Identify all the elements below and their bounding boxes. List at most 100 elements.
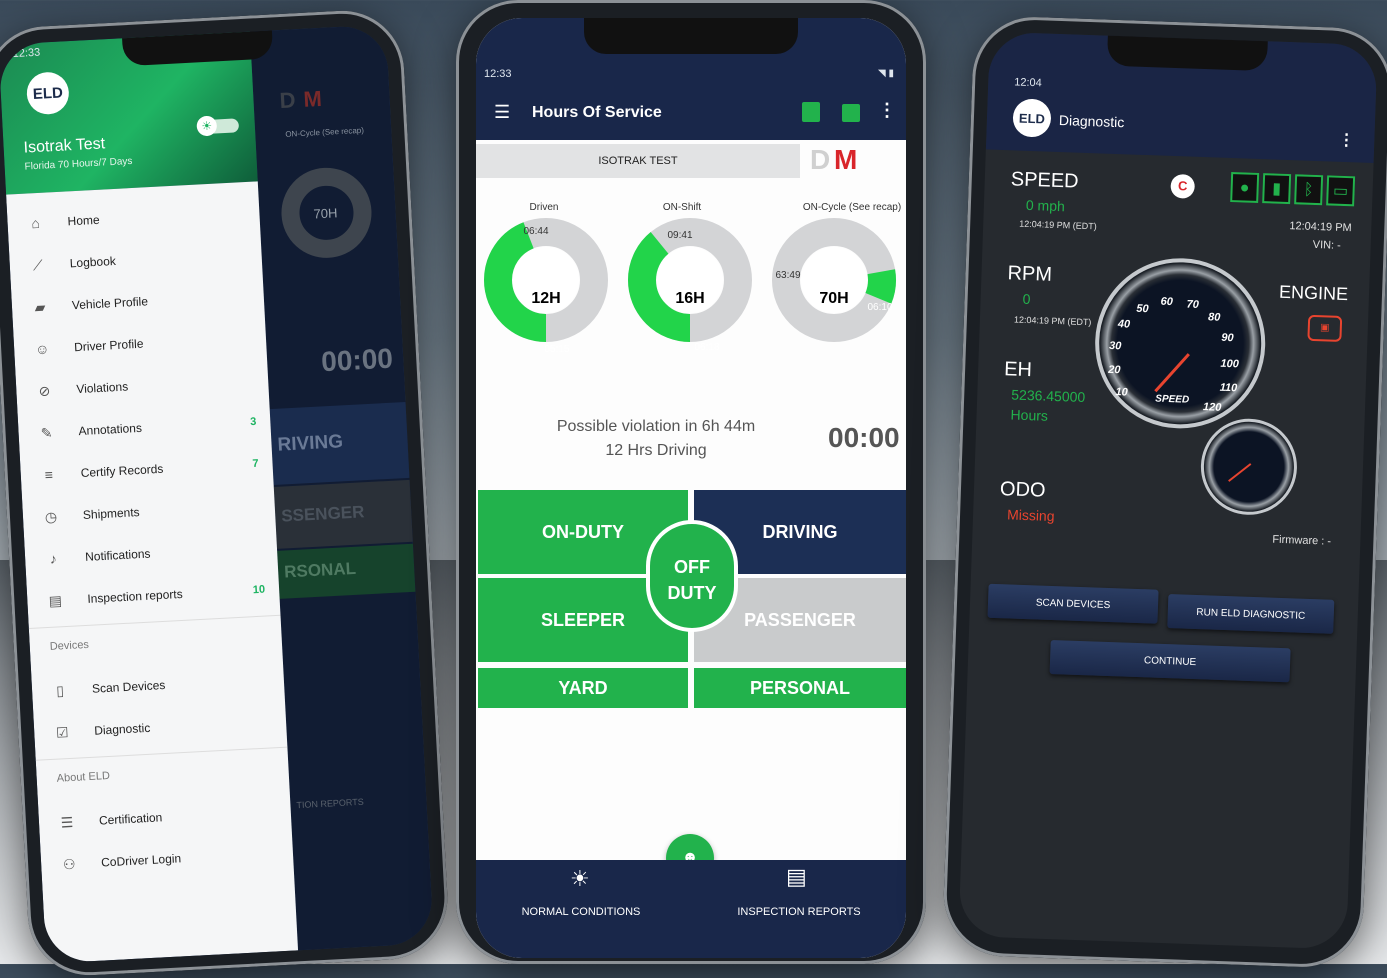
gauge-tick: 50 — [1136, 302, 1149, 316]
bg-reports: TION REPORTS — [296, 796, 364, 811]
engine-label: ENGINE — [1278, 281, 1349, 305]
driver-tab[interactable]: ISOTRAK TEST — [476, 144, 800, 178]
status-time: 12:04 — [1013, 76, 1042, 90]
gauge-tick: 110 — [1219, 381, 1238, 395]
gauge-tick: 90 — [1221, 331, 1234, 345]
gauge-tick: 100 — [1220, 357, 1240, 371]
gauge-tick: 70 — [1186, 298, 1200, 311]
run-eld-diagnostic-button[interactable]: RUN ELD DIAGNOSTIC — [1167, 594, 1335, 634]
speed-timestamp: 12:04:19 PM (EDT) — [1019, 218, 1097, 232]
violation-icon: ⊘ — [38, 382, 51, 399]
eh-label: EH — [1003, 358, 1033, 382]
firmware: Firmware : - — [1272, 533, 1332, 548]
donut-title: Driven — [529, 202, 559, 213]
gauge-tick: 20 — [1108, 363, 1121, 377]
gauge-tick: 60 — [1160, 295, 1174, 309]
device-status-icons: ● ▮ ᛒ ▭ — [1230, 172, 1356, 210]
device-connected-icon[interactable] — [802, 102, 820, 122]
gauge-tick: 80 — [1207, 311, 1221, 324]
user-name: Isotrak Test — [23, 135, 106, 157]
donut-center: 70H — [819, 290, 849, 307]
pencil-icon: ✎ — [40, 423, 53, 441]
speed-label: SPEED — [1010, 168, 1079, 193]
gauge-tick: 10 — [1115, 386, 1128, 399]
donut-title: ON-Cycle (See recap) — [802, 202, 902, 213]
bluetooth-icon: ᛒ — [1294, 174, 1324, 206]
mode-m[interactable]: M — [834, 144, 857, 176]
vin: VIN: - — [1312, 238, 1342, 252]
menu-count: 10 — [252, 583, 266, 597]
drawer-menu: ⌂ Home ⟋ Logbook ▰ Vehicle Profile ☺ Driver … — [6, 181, 299, 964]
signal-icon: ◥ ▮ — [878, 68, 894, 79]
menu-label: Driver Profile — [73, 336, 144, 355]
gauge-tick: 30 — [1108, 339, 1122, 353]
about-section-label: About ELD — [56, 769, 111, 785]
scan-devices-button[interactable]: SCAN DEVICES — [987, 583, 1159, 624]
theme-toggle[interactable]: ☀ — [196, 115, 240, 137]
rpm-needle — [1228, 463, 1252, 482]
certify-icon: ≡ — [44, 466, 54, 483]
gauge-tick: 120 — [1202, 401, 1222, 414]
hos-screen: 12:33 ◥ ▮ ☰ Hours Of Service ⋮ ISOTRAK T… — [476, 18, 906, 958]
donut-top-value: 06:44 — [523, 226, 549, 237]
overflow-menu-icon[interactable]: ⋮ — [878, 100, 896, 121]
list-icon: ☰ — [60, 813, 74, 831]
menu-label: Notifications — [84, 546, 151, 564]
bg-passenger: SSENGER — [273, 479, 413, 549]
truck-icon: ▰ — [34, 298, 46, 315]
inspection-reports-label[interactable]: INSPECTION REPORTS — [734, 906, 864, 918]
driver-icon: ☺ — [34, 340, 50, 358]
logbook-icon: ⟋ — [32, 256, 44, 273]
yard-button[interactable]: YARD — [478, 668, 688, 708]
donut-center: 12H — [531, 290, 561, 307]
eh-unit: Hours — [1010, 406, 1049, 424]
off-duty-button[interactable]: OFF DUTY — [646, 520, 738, 632]
bg-personal: RSONAL — [277, 543, 416, 599]
bg-70h: 70H — [313, 205, 338, 222]
bg-timer: 00:00 — [320, 342, 394, 378]
menu-icon[interactable]: ☰ — [494, 102, 510, 123]
off-duty-line1: OFF — [674, 557, 710, 577]
donut-top-value: 09:41 — [667, 230, 693, 241]
status-time: 12:33 — [12, 46, 41, 61]
mode-d[interactable]: D — [810, 144, 830, 176]
user-cycle: Florida 70 Hours/7 Days — [24, 155, 133, 173]
menu-label: Inspection reports — [86, 586, 183, 606]
menu-label: Certification — [98, 810, 163, 828]
phone-scan-icon: ▯ — [55, 681, 65, 699]
continue-button[interactable]: CONTINUE — [1049, 639, 1291, 683]
page-title: Diagnostic — [1058, 111, 1125, 131]
c-badge: C — [1170, 173, 1196, 199]
page-title: Hours Of Service — [532, 104, 662, 121]
inspection-icon[interactable]: ▤ — [786, 864, 807, 890]
codriver-icon: ⚇ — [62, 855, 76, 873]
battery-icon: ▭ — [1326, 175, 1356, 207]
menu-label: Logbook — [69, 253, 117, 271]
phone-hours-of-service: 12:33 ◥ ▮ ☰ Hours Of Service ⋮ ISOTRAK T… — [456, 0, 926, 964]
menu-count: 3 — [249, 415, 257, 429]
violation-detail: 12 Hrs Driving — [605, 442, 707, 459]
menu-label: Shipments — [82, 505, 140, 522]
phone-notch — [1106, 35, 1268, 72]
odo-value: Missing — [1006, 506, 1055, 525]
sun-icon[interactable]: ☀ — [570, 866, 590, 892]
message-icon[interactable] — [842, 104, 860, 122]
menu-count: 7 — [252, 457, 259, 471]
speed-value: 0 mph — [1025, 196, 1066, 215]
menu-label: Diagnostic — [93, 720, 151, 738]
device-time: 12:04:19 PM — [1289, 220, 1352, 235]
overflow-menu-icon[interactable]: ⋮ — [1338, 130, 1355, 151]
donut-title: ON-Shift — [662, 202, 702, 213]
personal-button[interactable]: PERSONAL — [694, 668, 906, 708]
donut-top-value: 63:49 — [775, 270, 801, 281]
normal-conditions-label[interactable]: NORMAL CONDITIONS — [516, 906, 646, 918]
donut-bottom-value: 06:18 — [694, 342, 720, 353]
off-duty-line2: DUTY — [667, 583, 717, 603]
bg-driving: RIVING — [269, 401, 410, 485]
drawer-screen: M D ON-Cycle (See recap) 70H 00:00 RIVIN… — [0, 24, 434, 964]
phone-diagnostic: 12:04 ELD Diagnostic ⋮ SPEED 0 mph 12:04… — [941, 14, 1387, 970]
menu-label: Violations — [76, 379, 129, 397]
location-icon: ● — [1230, 172, 1260, 203]
eld-logo: ELD — [25, 71, 70, 116]
menu-label: Annotations — [78, 420, 143, 439]
